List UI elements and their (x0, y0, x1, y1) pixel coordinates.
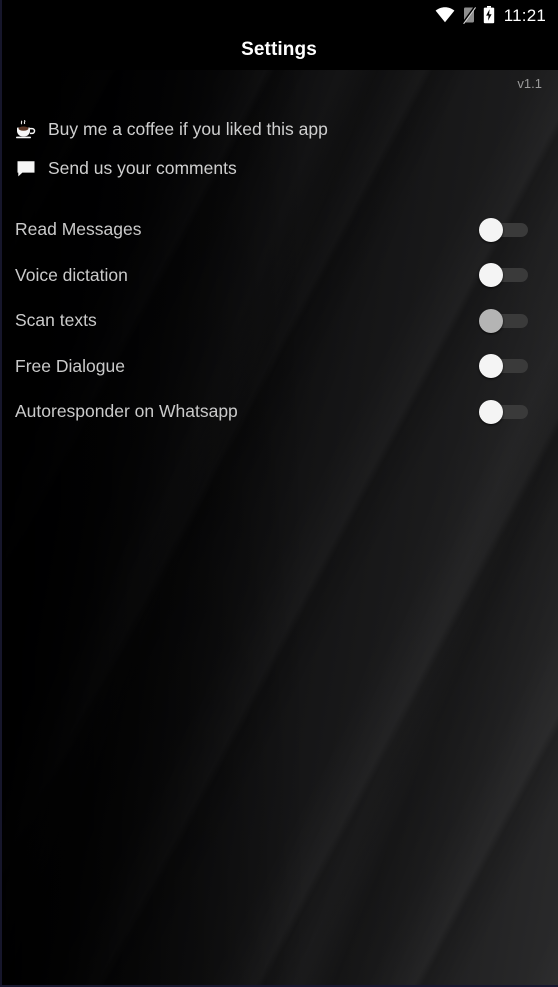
setting-label-scan-texts: Scan texts (15, 310, 97, 331)
toggle-thumb (479, 354, 503, 379)
wifi-icon (435, 7, 455, 23)
send-comments-label: Send us your comments (48, 158, 237, 178)
toggle-autoresponder-whatsapp[interactable] (479, 399, 531, 425)
app-version-label: v1.1 (517, 76, 542, 91)
setting-label-free-dialogue: Free Dialogue (15, 355, 125, 376)
setting-row-read-messages[interactable]: Read Messages (0, 207, 558, 253)
buy-me-a-coffee-link[interactable]: Buy me a coffee if you liked this app (0, 110, 558, 149)
toggle-thumb (479, 263, 503, 288)
toggle-scan-texts[interactable] (479, 308, 531, 334)
settings-screen: 11:21 Settings v1.1 Buy me a coffee if y… (0, 0, 558, 987)
toggle-thumb (479, 217, 503, 242)
status-bar-clock: 11:21 (503, 5, 546, 25)
content-area: v1.1 Buy me a coffee if you liked this a… (0, 70, 558, 987)
send-comments-link[interactable]: Send us your comments (0, 149, 558, 188)
buy-me-a-coffee-label: Buy me a coffee if you liked this app (48, 119, 328, 139)
setting-row-voice-dictation[interactable]: Voice dictation (0, 253, 558, 299)
toggle-thumb (479, 308, 503, 333)
setting-label-voice-dictation: Voice dictation (15, 264, 128, 285)
coffee-cup-icon (15, 119, 37, 141)
no-sim-icon (461, 6, 476, 24)
setting-label-read-messages: Read Messages (15, 219, 142, 240)
toggle-thumb (479, 399, 503, 424)
setting-row-autoresponder-whatsapp[interactable]: Autoresponder on Whatsapp (0, 389, 558, 435)
setting-row-scan-texts[interactable]: Scan texts (0, 298, 558, 344)
app-bar: Settings (0, 30, 558, 70)
battery-charging-icon (483, 6, 495, 24)
setting-label-autoresponder-whatsapp: Autoresponder on Whatsapp (15, 401, 238, 422)
toggle-voice-dictation[interactable] (479, 262, 531, 288)
speech-bubble-icon (15, 158, 37, 180)
page-title: Settings (241, 39, 317, 60)
setting-row-free-dialogue[interactable]: Free Dialogue (0, 344, 558, 390)
status-bar: 11:21 (0, 0, 558, 30)
toggle-read-messages[interactable] (479, 217, 531, 243)
settings-list: Read Messages Voice dictation Scan texts (0, 207, 558, 435)
links-section: Buy me a coffee if you liked this app Se… (0, 110, 558, 188)
toggle-free-dialogue[interactable] (479, 353, 531, 379)
left-edge-border (0, 0, 2, 987)
